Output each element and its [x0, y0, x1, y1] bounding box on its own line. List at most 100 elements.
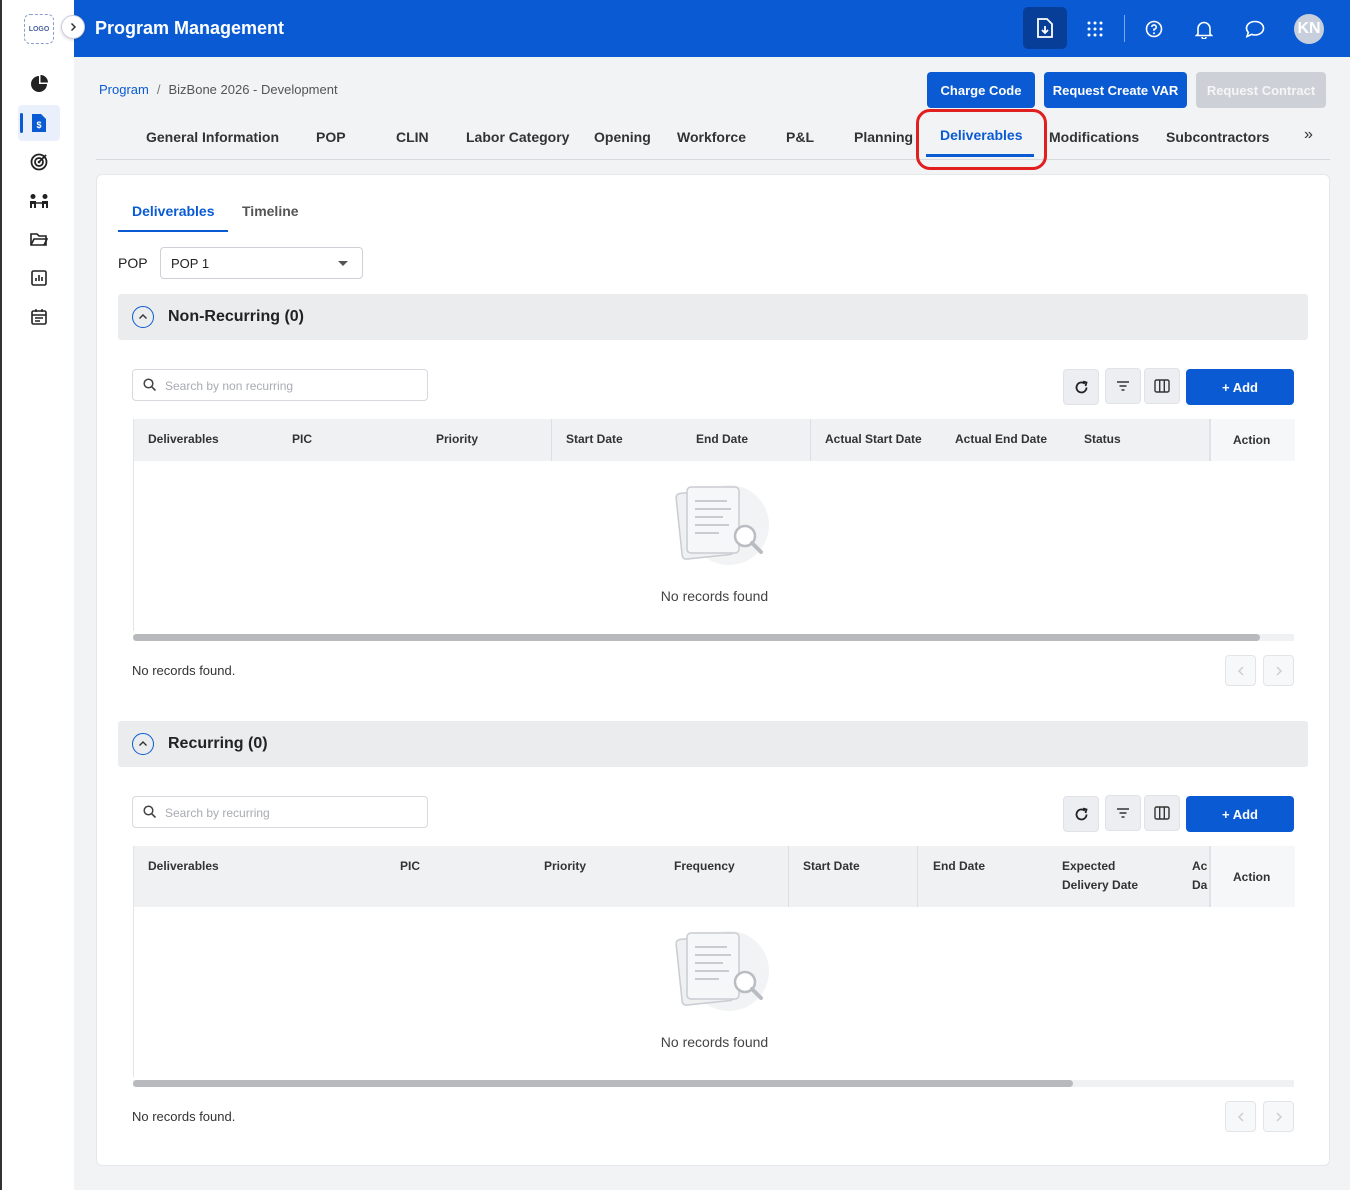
chevron-right-icon — [70, 22, 77, 32]
recurring-filter-button[interactable] — [1105, 795, 1141, 831]
breadcrumb-program-link[interactable]: Program — [99, 82, 149, 97]
column-divider — [551, 419, 552, 461]
column-header-action: Action — [1209, 419, 1295, 461]
bell-icon — [1195, 21, 1213, 39]
user-avatar[interactable]: KN — [1294, 14, 1324, 44]
calendar-icon[interactable] — [28, 305, 50, 327]
main-tabs: General Information POP CLIN Labor Categ… — [96, 116, 1330, 160]
recurring-add-button[interactable]: + Add — [1186, 796, 1294, 832]
active-subtab-indicator — [118, 230, 228, 232]
non-recurring-search-input[interactable] — [165, 376, 415, 396]
tab-pop[interactable]: POP — [316, 129, 346, 145]
chevron-left-icon — [1237, 666, 1243, 675]
caret-down-icon — [338, 261, 348, 266]
column-header-end-date[interactable]: End Date — [696, 430, 748, 449]
sidebar: LOGO $ — [0, 0, 74, 1190]
chat-button[interactable] — [1240, 14, 1270, 44]
non-recurring-columns-button[interactable] — [1144, 368, 1180, 404]
recurring-prev-page-button[interactable] — [1225, 1101, 1256, 1132]
sidebar-collapse-button[interactable] — [61, 15, 85, 39]
download-document-icon — [1037, 18, 1053, 38]
subtab-timeline[interactable]: Timeline — [242, 203, 299, 219]
non-recurring-horizontal-scrollbar[interactable] — [133, 634, 1294, 641]
recurring-refresh-button[interactable] — [1063, 796, 1099, 832]
refresh-icon — [1075, 380, 1088, 393]
request-create-var-button[interactable]: Request Create VAR — [1044, 72, 1187, 108]
program-budget-icon[interactable]: $ — [28, 112, 50, 134]
column-header-actual-start-date[interactable]: Actual Start Date — [825, 430, 922, 449]
tab-modifications[interactable]: Modifications — [1049, 129, 1139, 145]
non-recurring-footer-text: No records found. — [132, 663, 236, 678]
report-icon[interactable] — [28, 267, 50, 289]
pop-select[interactable]: POP 1 — [160, 247, 363, 279]
column-header-actual-end-date[interactable]: Actual End Date — [955, 430, 1047, 449]
filter-icon — [1117, 808, 1129, 818]
apps-grid-button[interactable] — [1080, 14, 1110, 44]
scrollbar-thumb[interactable] — [133, 634, 1260, 641]
help-button[interactable] — [1139, 14, 1169, 44]
column-header-deliverables[interactable]: Deliverables — [148, 857, 219, 876]
non-recurring-filter-button[interactable] — [1105, 368, 1141, 404]
tabs-more-button[interactable]: » — [1304, 126, 1313, 144]
folder-icon[interactable] — [28, 228, 50, 250]
columns-icon — [1154, 806, 1170, 820]
column-header-actual-delivery-date[interactable]: Ac Da — [1192, 857, 1208, 895]
recurring-footer-text: No records found. — [132, 1109, 236, 1124]
column-header-pic[interactable]: PIC — [400, 857, 420, 876]
column-header-end-date[interactable]: End Date — [933, 857, 985, 876]
app-logo: LOGO — [24, 14, 54, 44]
scrollbar-thumb[interactable] — [133, 1080, 1073, 1087]
subtab-deliverables[interactable]: Deliverables — [132, 203, 215, 219]
column-header-priority[interactable]: Priority — [544, 857, 586, 876]
recurring-columns-button[interactable] — [1144, 795, 1180, 831]
chevron-up-icon[interactable] — [132, 306, 154, 328]
app-title: Program Management — [95, 18, 285, 38]
recurring-search-input[interactable] — [165, 803, 415, 823]
breadcrumb-current: BizBone 2026 - Development — [168, 82, 338, 97]
column-header-start-date[interactable]: Start Date — [566, 430, 623, 449]
top-bar: Program Management KN — [74, 0, 1350, 57]
request-contract-button[interactable]: Request Contract — [1196, 72, 1326, 108]
column-header-pic[interactable]: PIC — [292, 430, 312, 449]
tab-labor-category[interactable]: Labor Category — [466, 129, 569, 145]
non-recurring-table-header: Deliverables PIC Priority Start Date End… — [134, 419, 1295, 461]
chevron-left-icon — [1237, 1112, 1243, 1121]
pop-label: POP — [118, 255, 148, 271]
apps-grid-icon — [1087, 21, 1103, 37]
column-header-status[interactable]: Status — [1084, 430, 1121, 449]
column-header-expected-delivery-date[interactable]: Expected Delivery Date — [1062, 857, 1152, 895]
tab-clin[interactable]: CLIN — [396, 129, 429, 145]
recurring-horizontal-scrollbar[interactable] — [133, 1080, 1294, 1087]
non-recurring-add-button[interactable]: + Add — [1186, 369, 1294, 405]
non-recurring-next-page-button[interactable] — [1263, 655, 1294, 686]
column-header-frequency[interactable]: Frequency — [674, 857, 735, 876]
tab-general-information[interactable]: General Information — [146, 129, 279, 145]
search-icon — [143, 805, 157, 819]
tab-subcontractors[interactable]: Subcontractors — [1166, 129, 1269, 145]
tab-planning[interactable]: Planning — [854, 129, 913, 145]
column-header-priority[interactable]: Priority — [436, 430, 478, 449]
notifications-button[interactable] — [1189, 14, 1219, 44]
columns-icon — [1154, 379, 1170, 393]
column-header-start-date[interactable]: Start Date — [803, 857, 860, 876]
non-recurring-refresh-button[interactable] — [1063, 369, 1099, 405]
pie-chart-icon[interactable] — [28, 73, 50, 95]
chevron-up-icon[interactable] — [132, 733, 154, 755]
breadcrumb: Program / BizBone 2026 - Development — [99, 82, 338, 97]
svg-text:$: $ — [36, 120, 41, 130]
non-recurring-section-header[interactable]: Non-Recurring (0) — [118, 294, 1308, 340]
column-header-deliverables[interactable]: Deliverables — [148, 430, 219, 449]
target-icon[interactable] — [28, 151, 50, 173]
recurring-next-page-button[interactable] — [1263, 1101, 1294, 1132]
tab-opening[interactable]: Opening — [594, 129, 651, 145]
recurring-section-header[interactable]: Recurring (0) — [118, 721, 1308, 767]
non-recurring-empty-text: No records found — [660, 588, 769, 604]
non-recurring-prev-page-button[interactable] — [1225, 655, 1256, 686]
sidebar-active-indicator — [20, 113, 23, 133]
tab-workforce[interactable]: Workforce — [677, 129, 746, 145]
charge-code-button[interactable]: Charge Code — [927, 72, 1035, 108]
team-icon[interactable] — [28, 190, 50, 212]
download-document-button[interactable] — [1023, 7, 1067, 49]
topbar-divider — [1124, 15, 1125, 42]
tab-pl[interactable]: P&L — [786, 129, 814, 145]
